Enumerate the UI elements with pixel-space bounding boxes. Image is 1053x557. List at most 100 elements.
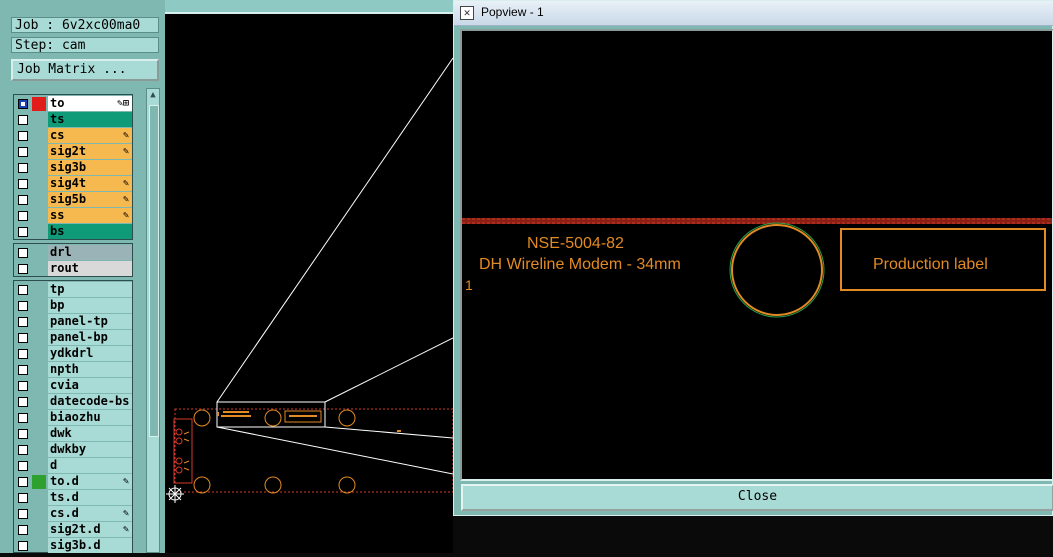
- layer-name[interactable]: drl: [48, 245, 132, 260]
- layer-checkbox[interactable]: [18, 509, 28, 519]
- popview-title-bar[interactable]: ✕ Popview - 1: [454, 1, 1053, 26]
- layer-row-d[interactable]: d: [14, 458, 132, 474]
- layer-row-cs.d[interactable]: cs.d ✎: [14, 506, 132, 522]
- layer-name[interactable]: dwkby: [48, 442, 132, 457]
- layer-name[interactable]: rout: [48, 261, 132, 276]
- popview-window[interactable]: ✕ Popview - 1 NSE-5004-82 DH Wireline Mo…: [453, 0, 1053, 516]
- layer-name[interactable]: sig2t.d ✎: [48, 522, 132, 537]
- layer-color-swatch[interactable]: [32, 97, 46, 111]
- layer-row-cvia[interactable]: cvia: [14, 378, 132, 394]
- layer-row-bs[interactable]: bs: [14, 224, 132, 240]
- popview-canvas[interactable]: NSE-5004-82 DH Wireline Modem - 34mm 1 P…: [460, 29, 1053, 481]
- layer-checkbox[interactable]: [18, 264, 28, 274]
- layer-name[interactable]: sig4t ✎: [48, 176, 132, 191]
- layer-checkbox[interactable]: [18, 397, 28, 407]
- layer-checkbox[interactable]: [18, 429, 28, 439]
- layer-checkbox[interactable]: [18, 227, 28, 237]
- layer-row-sig3b[interactable]: sig3b: [14, 160, 132, 176]
- layer-row-biaozhu[interactable]: biaozhu: [14, 410, 132, 426]
- layer-checkbox[interactable]: [18, 115, 28, 125]
- layer-name[interactable]: cs ✎: [48, 128, 132, 143]
- layer-checkbox[interactable]: [18, 349, 28, 359]
- zoom-guide-line: [324, 337, 454, 403]
- layer-name[interactable]: datecode-bs: [48, 394, 132, 409]
- layer-checkbox[interactable]: [18, 365, 28, 375]
- layer-row-sig2t.d[interactable]: sig2t.d ✎: [14, 522, 132, 538]
- layer-label: cs: [50, 128, 65, 142]
- layer-row-dwk[interactable]: dwk: [14, 426, 132, 442]
- layer-name[interactable]: panel-bp: [48, 330, 132, 345]
- layer-checkbox[interactable]: [18, 163, 28, 173]
- layer-row-bp[interactable]: bp: [14, 298, 132, 314]
- layer-row-sig2t[interactable]: sig2t ✎: [14, 144, 132, 160]
- layer-label: dwkby: [50, 442, 87, 456]
- layer-name[interactable]: sig2t ✎: [48, 144, 132, 159]
- close-button[interactable]: Close: [461, 484, 1053, 511]
- layer-checkbox[interactable]: [18, 99, 28, 109]
- layer-row-ss[interactable]: ss ✎: [14, 208, 132, 224]
- layer-row-cs[interactable]: cs ✎: [14, 128, 132, 144]
- layer-checkbox[interactable]: [18, 179, 28, 189]
- layer-checkbox[interactable]: [18, 211, 28, 221]
- layer-row-sig4t[interactable]: sig4t ✎: [14, 176, 132, 192]
- layer-checkbox[interactable]: [18, 147, 28, 157]
- layer-row-sig5b[interactable]: sig5b ✎: [14, 192, 132, 208]
- scroll-thumb[interactable]: [149, 105, 159, 437]
- layer-name[interactable]: d: [48, 458, 132, 473]
- layer-checkbox[interactable]: [18, 413, 28, 423]
- layer-name[interactable]: cs.d ✎: [48, 506, 132, 521]
- layer-row-npth[interactable]: npth: [14, 362, 132, 378]
- layer-row-tp[interactable]: tp: [14, 282, 132, 298]
- layer-row-rout[interactable]: rout: [14, 261, 132, 277]
- layer-row-ydkdrl[interactable]: ydkdrl: [14, 346, 132, 362]
- layer-name[interactable]: panel-tp: [48, 314, 132, 329]
- layer-name[interactable]: ts.d: [48, 490, 132, 505]
- layer-row-to.d[interactable]: to.d ✎: [14, 474, 132, 490]
- layer-row-drl[interactable]: drl: [14, 245, 132, 261]
- layer-name[interactable]: tp: [48, 282, 132, 297]
- layer-name[interactable]: ss ✎: [48, 208, 132, 223]
- layer-name[interactable]: bp: [48, 298, 132, 313]
- layer-checkbox[interactable]: [18, 195, 28, 205]
- layer-checkbox[interactable]: [18, 381, 28, 391]
- layer-name[interactable]: ydkdrl: [48, 346, 132, 361]
- layer-checkbox[interactable]: [18, 461, 28, 471]
- layer-row-datecode-bs[interactable]: datecode-bs: [14, 394, 132, 410]
- layer-checkbox[interactable]: [18, 445, 28, 455]
- layer-checkbox[interactable]: [18, 317, 28, 327]
- layer-checkbox[interactable]: [18, 541, 28, 551]
- layer-checkbox[interactable]: [18, 333, 28, 343]
- layer-name[interactable]: to ✎⊞: [48, 96, 132, 111]
- layer-row-ts.d[interactable]: ts.d: [14, 490, 132, 506]
- graphic-canvas[interactable]: [165, 14, 454, 553]
- layer-name[interactable]: ts: [48, 112, 132, 127]
- layer-name[interactable]: cvia: [48, 378, 132, 393]
- layer-name[interactable]: dwk: [48, 426, 132, 441]
- layer-name[interactable]: sig3b: [48, 160, 132, 175]
- layer-checkbox[interactable]: [18, 525, 28, 535]
- job-matrix-button[interactable]: Job Matrix ...: [11, 59, 159, 81]
- layer-row-to[interactable]: to ✎⊞: [14, 96, 132, 112]
- layer-name[interactable]: to.d ✎: [48, 474, 132, 489]
- layer-row-ts[interactable]: ts: [14, 112, 132, 128]
- layer-row-panel-bp[interactable]: panel-bp: [14, 330, 132, 346]
- hole: [264, 409, 282, 427]
- layer-name[interactable]: sig3b.d: [48, 538, 132, 553]
- layer-name[interactable]: bs: [48, 224, 132, 239]
- layer-checkbox[interactable]: [18, 285, 28, 295]
- layer-scrollbar[interactable]: ▲: [146, 88, 160, 553]
- graphic-area[interactable]: [165, 14, 454, 553]
- layer-checkbox[interactable]: [18, 477, 28, 487]
- layer-row-sig3b.d[interactable]: sig3b.d: [14, 538, 132, 554]
- layer-color-swatch[interactable]: [32, 475, 46, 489]
- layer-name[interactable]: npth: [48, 362, 132, 377]
- layer-checkbox[interactable]: [18, 131, 28, 141]
- layer-row-panel-tp[interactable]: panel-tp: [14, 314, 132, 330]
- layer-name[interactable]: sig5b ✎: [48, 192, 132, 207]
- layer-checkbox[interactable]: [18, 493, 28, 503]
- layer-name[interactable]: biaozhu: [48, 410, 132, 425]
- layer-row-dwkby[interactable]: dwkby: [14, 442, 132, 458]
- scroll-up-arrow-icon[interactable]: ▲: [148, 90, 158, 100]
- layer-checkbox[interactable]: [18, 248, 28, 258]
- layer-checkbox[interactable]: [18, 301, 28, 311]
